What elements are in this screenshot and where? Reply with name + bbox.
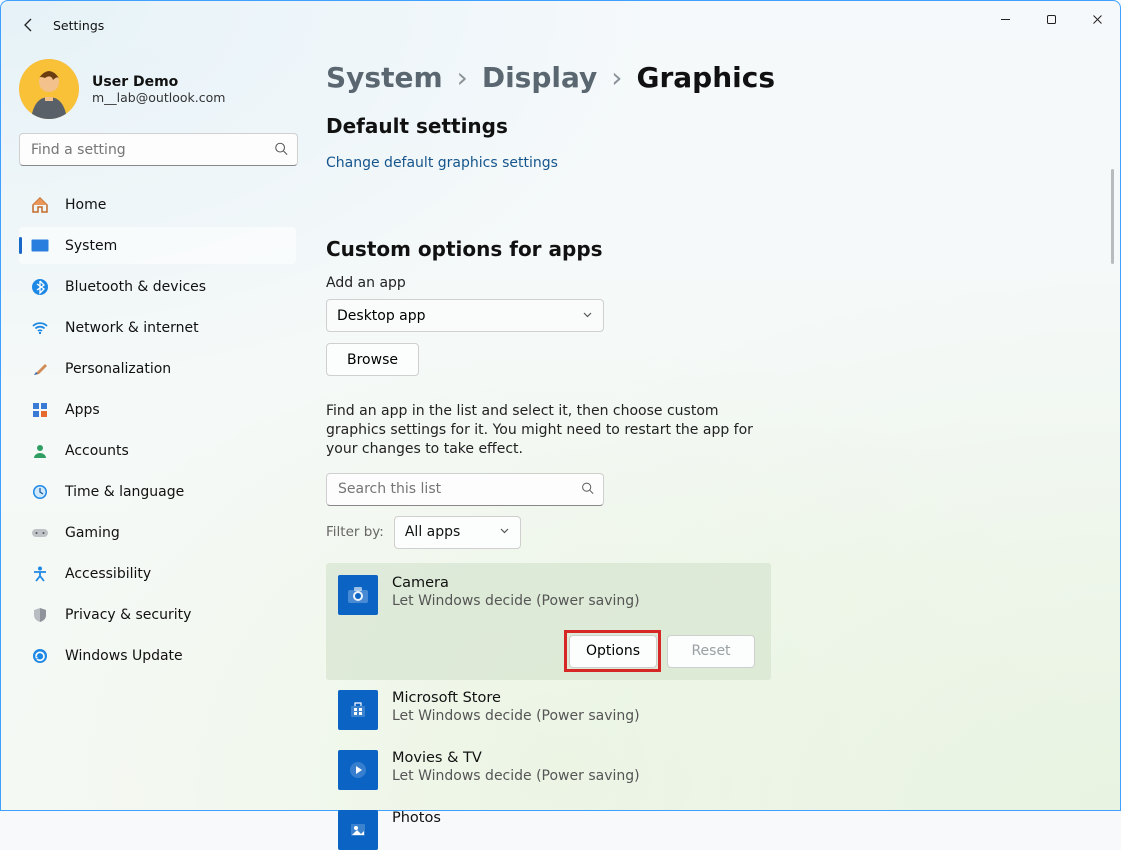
sidebar: User Demo m__lab@outlook.com Home System… xyxy=(1,49,306,812)
sidebar-item-label: Network & internet xyxy=(65,320,199,336)
scrollbar[interactable] xyxy=(1111,169,1114,264)
sidebar-item-label: Time & language xyxy=(65,484,184,500)
breadcrumb: System › Display › Graphics xyxy=(326,61,1086,94)
sidebar-item-home[interactable]: Home xyxy=(19,186,296,223)
maximize-button[interactable] xyxy=(1028,1,1074,37)
sidebar-item-accounts[interactable]: Accounts xyxy=(19,432,296,469)
main-content: System › Display › Graphics Default sett… xyxy=(306,49,1120,812)
options-button[interactable]: Options xyxy=(569,635,657,668)
app-name: Photos xyxy=(392,810,441,826)
browse-button[interactable]: Browse xyxy=(326,343,419,376)
sidebar-item-apps[interactable]: Apps xyxy=(19,391,296,428)
app-name: Movies & TV xyxy=(392,750,640,766)
titlebar: Settings xyxy=(1,1,1120,49)
system-icon xyxy=(31,237,49,255)
accessibility-icon xyxy=(31,565,49,583)
app-preference: Let Windows decide (Power saving) xyxy=(392,593,640,609)
sidebar-item-update[interactable]: Windows Update xyxy=(19,637,296,674)
sidebar-item-label: Home xyxy=(65,197,106,213)
search-icon xyxy=(581,480,594,499)
nav-list: Home System Bluetooth & devices Network … xyxy=(19,186,296,674)
chevron-down-icon xyxy=(582,308,593,324)
account-icon xyxy=(31,442,49,460)
sidebar-search[interactable] xyxy=(19,133,298,166)
sidebar-item-privacy[interactable]: Privacy & security xyxy=(19,596,296,633)
breadcrumb-current: Graphics xyxy=(636,61,775,94)
sidebar-item-network[interactable]: Network & internet xyxy=(19,309,296,346)
sidebar-item-label: System xyxy=(65,238,117,254)
sidebar-item-label: Accounts xyxy=(65,443,129,459)
app-card-selected[interactable]: Camera Let Windows decide (Power saving)… xyxy=(326,563,771,680)
sidebar-item-label: Accessibility xyxy=(65,566,151,582)
app-search[interactable] xyxy=(326,473,604,506)
wifi-icon xyxy=(31,319,49,337)
sidebar-item-label: Bluetooth & devices xyxy=(65,279,206,295)
minimize-button[interactable] xyxy=(982,1,1028,37)
app-search-input[interactable] xyxy=(326,473,604,506)
profile-block[interactable]: User Demo m__lab@outlook.com xyxy=(19,57,296,133)
list-help-text: Find an app in the list and select it, t… xyxy=(326,402,756,459)
app-name: Camera xyxy=(392,575,640,591)
filter-row: Filter by: All apps xyxy=(326,516,1086,549)
back-icon[interactable] xyxy=(19,15,39,35)
breadcrumb-system[interactable]: System xyxy=(326,61,443,94)
home-icon xyxy=(31,196,49,214)
add-app-label: Add an app xyxy=(326,275,1086,291)
movies-tv-icon xyxy=(338,750,378,790)
app-type-select[interactable]: Desktop app xyxy=(326,299,604,332)
app-row[interactable]: Photos xyxy=(326,800,771,850)
chevron-right-icon: › xyxy=(457,61,468,94)
sidebar-item-label: Apps xyxy=(65,402,100,418)
window-title: Settings xyxy=(53,18,104,33)
sidebar-item-time[interactable]: Time & language xyxy=(19,473,296,510)
profile-name: User Demo xyxy=(92,74,225,90)
sidebar-item-personalization[interactable]: Personalization xyxy=(19,350,296,387)
close-button[interactable] xyxy=(1074,1,1120,37)
sidebar-item-gaming[interactable]: Gaming xyxy=(19,514,296,551)
filter-value: All apps xyxy=(405,524,460,540)
app-row[interactable]: Microsoft Store Let Windows decide (Powe… xyxy=(326,680,771,740)
sidebar-item-label: Windows Update xyxy=(65,648,183,664)
bluetooth-icon xyxy=(31,278,49,296)
chevron-right-icon: › xyxy=(611,61,622,94)
sidebar-item-system[interactable]: System xyxy=(19,227,296,264)
default-settings-heading: Default settings xyxy=(326,114,1086,138)
gaming-icon xyxy=(31,524,49,542)
profile-email: m__lab@outlook.com xyxy=(92,90,225,105)
clock-icon xyxy=(31,483,49,501)
brush-icon xyxy=(31,360,49,378)
sidebar-item-accessibility[interactable]: Accessibility xyxy=(19,555,296,592)
breadcrumb-display[interactable]: Display xyxy=(482,61,597,94)
camera-icon xyxy=(338,575,378,615)
photos-icon xyxy=(338,810,378,850)
apps-icon xyxy=(31,401,49,419)
shield-icon xyxy=(31,606,49,624)
search-icon xyxy=(274,140,288,159)
sidebar-item-label: Privacy & security xyxy=(65,607,191,623)
update-icon xyxy=(31,647,49,665)
reset-button[interactable]: Reset xyxy=(667,635,755,668)
sidebar-item-label: Gaming xyxy=(65,525,120,541)
window-controls xyxy=(982,1,1120,49)
app-preference: Let Windows decide (Power saving) xyxy=(392,708,640,724)
chevron-down-icon xyxy=(499,524,510,540)
change-default-graphics-link[interactable]: Change default graphics settings xyxy=(326,155,558,171)
custom-options-heading: Custom options for apps xyxy=(326,237,1086,261)
microsoft-store-icon xyxy=(338,690,378,730)
filter-select[interactable]: All apps xyxy=(394,516,521,549)
filter-label: Filter by: xyxy=(326,524,384,540)
app-row[interactable]: Movies & TV Let Windows decide (Power sa… xyxy=(326,740,771,800)
sidebar-item-bluetooth[interactable]: Bluetooth & devices xyxy=(19,268,296,305)
sidebar-item-label: Personalization xyxy=(65,361,171,377)
search-input[interactable] xyxy=(19,133,298,166)
avatar xyxy=(19,59,79,119)
app-type-value: Desktop app xyxy=(337,308,426,324)
app-preference: Let Windows decide (Power saving) xyxy=(392,768,640,784)
app-name: Microsoft Store xyxy=(392,690,640,706)
